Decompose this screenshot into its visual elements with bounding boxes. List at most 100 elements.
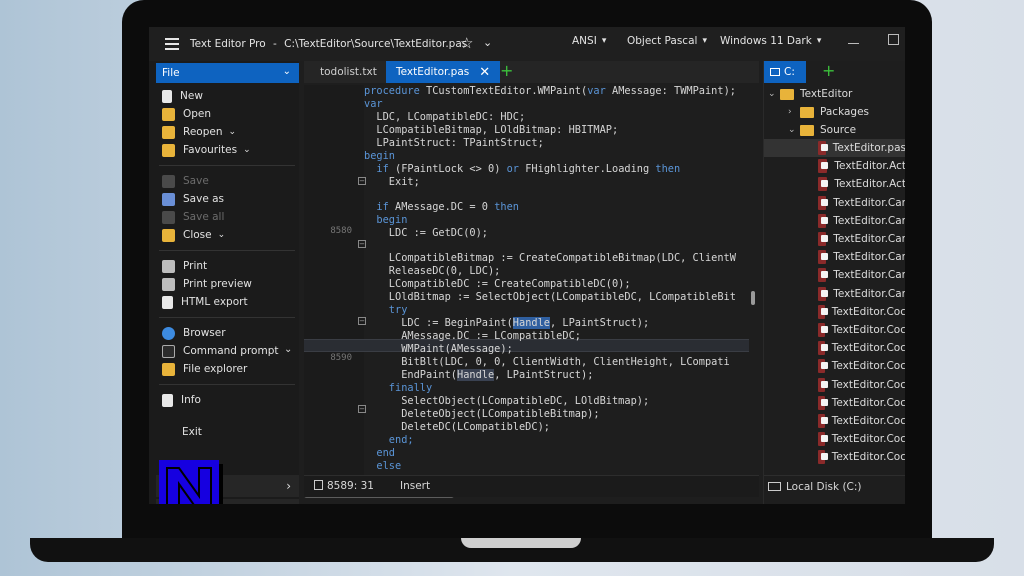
file-list-item[interactable]: TextEditor.Coc [764, 339, 905, 357]
file-name: TextEditor.Coc [831, 396, 905, 409]
file-list-item[interactable]: TextEditor.Car [764, 248, 905, 266]
chevron-down-icon: ▾ [601, 36, 607, 46]
editor-tab-bar: todolist.txt TextEditor.pas ✕ + [304, 61, 759, 83]
menu-html-export-label: HTML export [181, 296, 248, 308]
menu-divider [159, 250, 295, 251]
code-line: var [364, 98, 383, 110]
file-name: TextEditor.Coc [831, 342, 905, 355]
theme-dropdown[interactable]: Windows 11 Dark ▾ [720, 32, 821, 50]
tab-label: TextEditor.pas [396, 66, 470, 78]
globe-icon [162, 326, 175, 340]
file-list-item[interactable]: TextEditor.pas [764, 139, 905, 157]
code-line: WMPaint(AMessage); [364, 343, 513, 355]
file-list-item[interactable]: TextEditor.Coc [764, 394, 905, 412]
disk-icon [768, 482, 781, 491]
code-line: LDC := BeginPaint(Handle, LPaintStruct); [364, 317, 650, 329]
file-list-item[interactable]: TextEditor.Coc [764, 430, 905, 448]
file-list-item[interactable]: TextEditor.Car [764, 212, 905, 230]
save-icon [162, 174, 175, 188]
code-line: LOldBitmap := SelectObject(LCompatibleDC… [364, 291, 736, 303]
menu-print-preview[interactable]: Print preview [162, 275, 252, 293]
file-list-item[interactable]: TextEditor.Car [764, 266, 905, 284]
file-menu-header[interactable]: File ⌄ [156, 63, 299, 83]
file-list-item[interactable]: TextEditor.Car [764, 194, 905, 212]
code-line: EndPaint(Handle, LPaintStruct); [364, 369, 594, 381]
pascal-file-icon [818, 432, 828, 447]
close-folder-icon [162, 228, 175, 242]
code-text-area[interactable]: procedure TCustomTextEditor.WMPaint(var … [364, 85, 749, 488]
star-icon[interactable]: ☆ [460, 34, 473, 52]
tree-folder-texteditor[interactable]: ⌄ TextEditor [768, 85, 852, 103]
menu-browser[interactable]: Browser [162, 324, 226, 342]
file-list-item[interactable]: TextEditor.Coc [764, 321, 905, 339]
menu-html-export[interactable]: HTML export [162, 293, 248, 311]
tab-texteditor[interactable]: TextEditor.pas ✕ [386, 61, 501, 83]
menu-favourites[interactable]: Favourites ⌄ [162, 141, 251, 159]
menu-file-explorer[interactable]: File explorer [162, 360, 247, 378]
laptop-notch [461, 538, 581, 548]
menu-save-all[interactable]: Save all [162, 208, 224, 226]
menu-info[interactable]: Info [162, 391, 201, 409]
folder-icon [780, 88, 794, 100]
menu-open[interactable]: Open [162, 105, 211, 123]
hamburger-menu-icon[interactable] [165, 38, 179, 50]
file-list-item[interactable]: TextEditor.Coc [764, 448, 905, 466]
file-list-item[interactable]: TextEditor.Act [764, 175, 905, 193]
code-line: DeleteObject(LCompatibleBitmap); [364, 408, 600, 420]
file-list-item[interactable]: TextEditor.Act [764, 157, 905, 175]
chevron-down-icon: ⌄ [282, 66, 291, 77]
menu-save[interactable]: Save [162, 172, 209, 190]
code-line: begin [364, 150, 395, 162]
menu-close[interactable]: Close ⌄ [162, 226, 225, 244]
menu-save-as[interactable]: Save as [162, 190, 224, 208]
pascal-file-icon [818, 359, 828, 374]
chevron-down-icon: ⌄ [217, 230, 226, 240]
pascal-file-icon [818, 377, 828, 392]
menu-print[interactable]: Print [162, 257, 207, 275]
code-line: begin [364, 214, 408, 226]
file-name: TextEditor.Coc [831, 415, 905, 427]
highlighter-dropdown[interactable]: Object Pascal ▾ [627, 32, 707, 50]
menu-divider [159, 384, 295, 385]
encoding-dropdown[interactable]: ANSI ▾ [572, 32, 606, 50]
minimize-button[interactable] [848, 43, 859, 44]
menu-reopen-label: Reopen [183, 126, 223, 138]
add-tab-icon[interactable]: + [500, 61, 513, 80]
file-name: TextEditor.Coc [831, 324, 905, 336]
menu-command-prompt[interactable]: Command prompt [162, 342, 279, 360]
file-list-item[interactable]: TextEditor.Car [764, 285, 905, 303]
menu-exit[interactable]: Exit [182, 423, 202, 441]
add-tab-icon[interactable]: + [822, 61, 835, 80]
tab-todolist[interactable]: todolist.txt [310, 61, 387, 83]
new-file-icon [162, 89, 172, 103]
line-gutter: 8580 8589 8590 8600 − − − − [304, 85, 366, 490]
maximize-button[interactable] [888, 34, 899, 45]
file-name: TextEditor.Car [833, 287, 905, 300]
pascal-file-icon [818, 213, 829, 228]
chevron-down-icon[interactable]: ⌄ [284, 344, 292, 355]
menu-new[interactable]: New [162, 87, 203, 105]
menu-save-all-label: Save all [183, 211, 225, 223]
tree-folder-source[interactable]: ⌄ Source [788, 121, 856, 139]
code-editor: todolist.txt TextEditor.pas ✕ + 8580 858… [304, 61, 759, 504]
file-list-item[interactable]: TextEditor.Coc [764, 376, 905, 394]
chevron-down-icon: ⌄ [768, 89, 776, 99]
file-name: TextEditor.Coc [831, 360, 905, 373]
vertical-scrollbar[interactable] [751, 291, 755, 305]
menu-divider [159, 165, 295, 166]
file-list-item[interactable]: TextEditor.Coc [764, 357, 905, 375]
printer-icon [162, 259, 175, 273]
file-list-item[interactable]: TextEditor.Car [764, 230, 905, 248]
drive-tab[interactable]: C: [764, 61, 806, 83]
tree-folder-packages[interactable]: › Packages [788, 103, 869, 121]
menu-print-label: Print [183, 260, 208, 272]
chevron-down-icon: ⌄ [788, 125, 796, 135]
close-icon[interactable]: ✕ [479, 65, 490, 80]
menu-reopen[interactable]: Reopen ⌄ [162, 123, 236, 141]
chevron-down-icon[interactable]: ⌄ [483, 36, 492, 49]
chevron-right-icon: › [286, 503, 291, 504]
folder-icon [800, 106, 814, 118]
file-list-item[interactable]: TextEditor.Coc [764, 412, 905, 430]
file-list-item[interactable]: TextEditor.Coc [764, 303, 905, 321]
encoding-label: ANSI [572, 35, 597, 47]
